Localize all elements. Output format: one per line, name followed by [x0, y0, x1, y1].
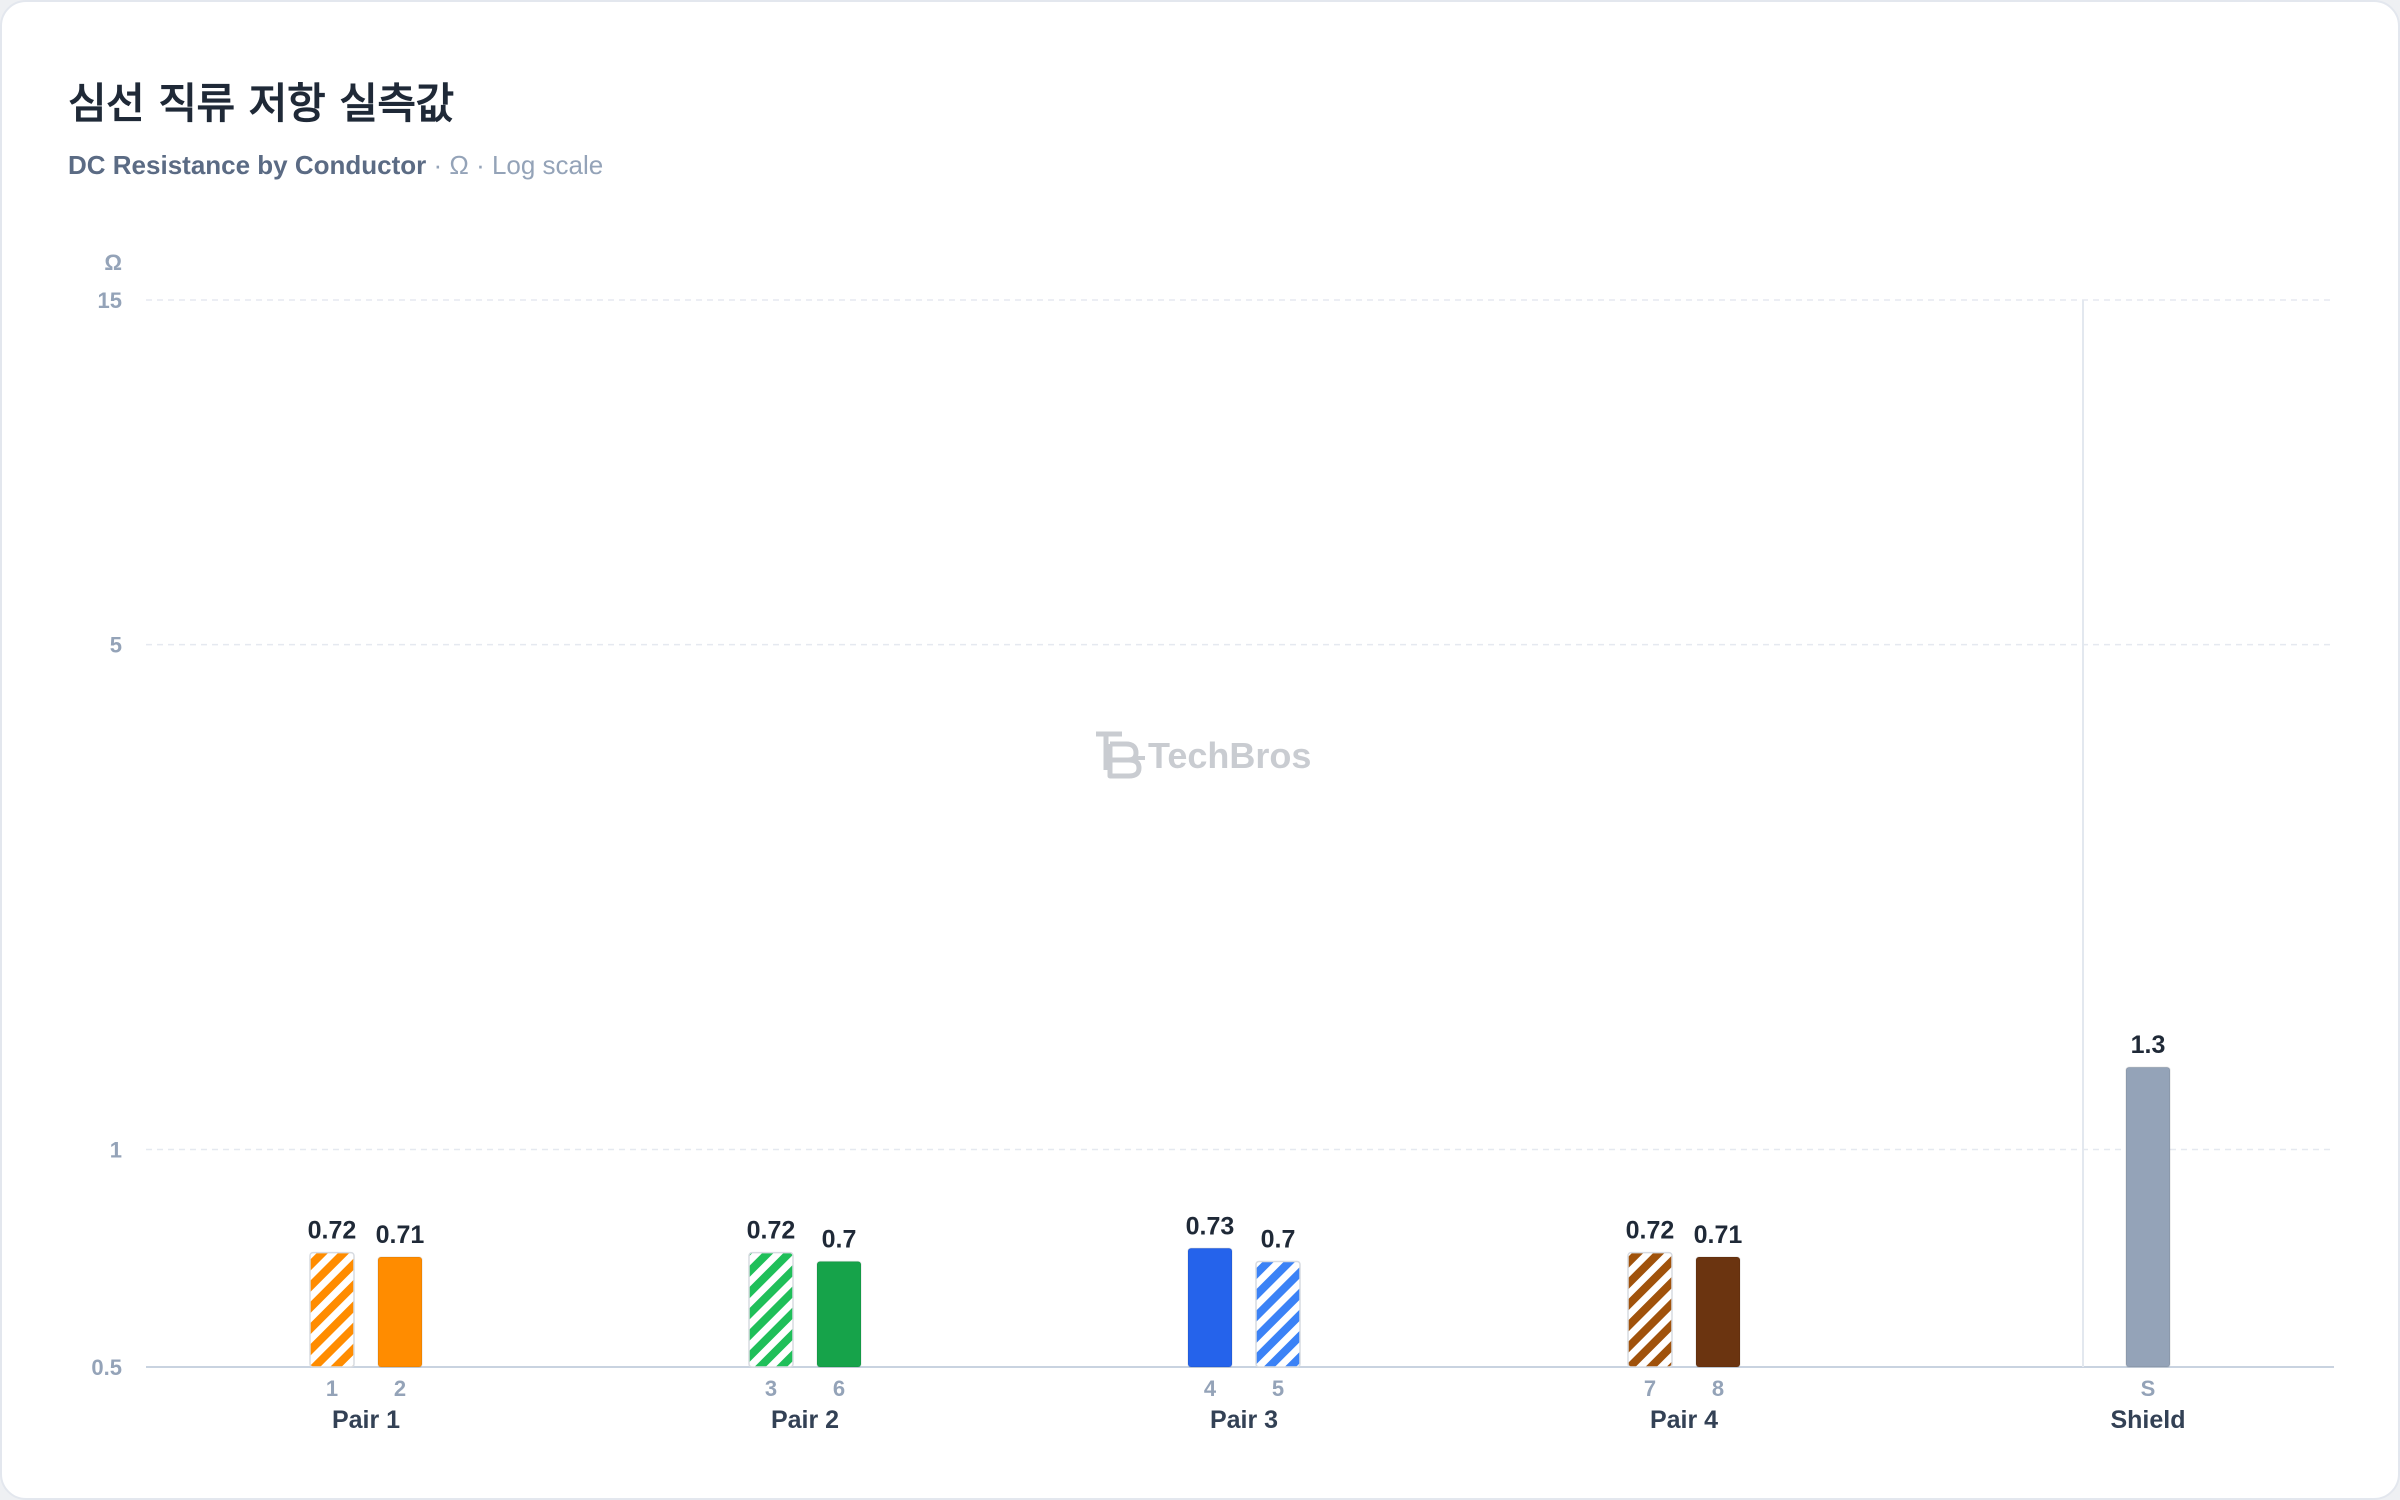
conductor-label: S: [2141, 1376, 2156, 1401]
bars: 0.72 0.71 0.72 0.7 0.73 0.7 0.72 0.71 1.3: [308, 1031, 2171, 1368]
y-tick-label: 5: [110, 633, 122, 658]
y-tick-label: 15: [98, 288, 122, 313]
conductor-label: 2: [394, 1376, 406, 1401]
conductor-label: 1: [326, 1376, 338, 1401]
conductor-label: 6: [833, 1376, 845, 1401]
conductor-label: 3: [765, 1376, 777, 1401]
y-axis: 0.51515Ω: [91, 250, 122, 1380]
group-label: Pair 2: [771, 1406, 839, 1434]
bar-value-label: 0.72: [308, 1217, 357, 1245]
y-unit-label: Ω: [104, 250, 122, 275]
bar-value-label: 0.71: [376, 1221, 425, 1249]
bar-value-label: 0.72: [747, 1217, 796, 1245]
bar-value-label: 0.71: [1694, 1221, 1743, 1249]
bar-value-label: 0.72: [1626, 1217, 1675, 1245]
bar-5: [1255, 1260, 1301, 1368]
bar-1: [309, 1251, 355, 1368]
watermark-text: TechBros: [1148, 735, 1311, 776]
resistance-bar-chart: 0.51515Ω TechBros 0.72 0.71 0.72 0.7 0.73 0.7…: [91, 250, 2334, 1434]
techbros-logo-icon: [1096, 731, 1145, 779]
conductor-label: 4: [1204, 1376, 1217, 1401]
bar-value-label: 0.7: [1261, 1225, 1296, 1253]
bar-value-label: 0.73: [1186, 1212, 1235, 1240]
bar-S: [2125, 1066, 2171, 1368]
group-label: Pair 4: [1650, 1406, 1718, 1434]
bar-6: [816, 1260, 862, 1368]
bar-2: [377, 1256, 423, 1368]
bar-value-label: 0.7: [822, 1225, 857, 1253]
y-tick-label: 0.5: [91, 1355, 122, 1380]
conductor-label: 7: [1644, 1376, 1656, 1401]
conductor-label: 8: [1712, 1376, 1724, 1401]
bar-4: [1187, 1247, 1233, 1368]
group-label: Pair 1: [332, 1406, 400, 1434]
grid-lines: [146, 299, 2334, 1368]
y-tick-label: 1: [110, 1138, 122, 1163]
bar-3: [748, 1251, 794, 1368]
x-axis: 1 2 Pair 1 3 6 Pair 2 4 5 Pair 3 7 8 Pair 4 S Shield: [326, 1376, 2186, 1434]
bar-8: [1695, 1256, 1741, 1368]
group-label: Shield: [2110, 1406, 2185, 1434]
bar-7: [1627, 1251, 1673, 1368]
bar-value-label: 1.3: [2131, 1031, 2166, 1059]
conductor-label: 5: [1272, 1376, 1284, 1401]
techbros-watermark: TechBros: [1096, 731, 1311, 779]
group-label: Pair 3: [1210, 1406, 1278, 1434]
